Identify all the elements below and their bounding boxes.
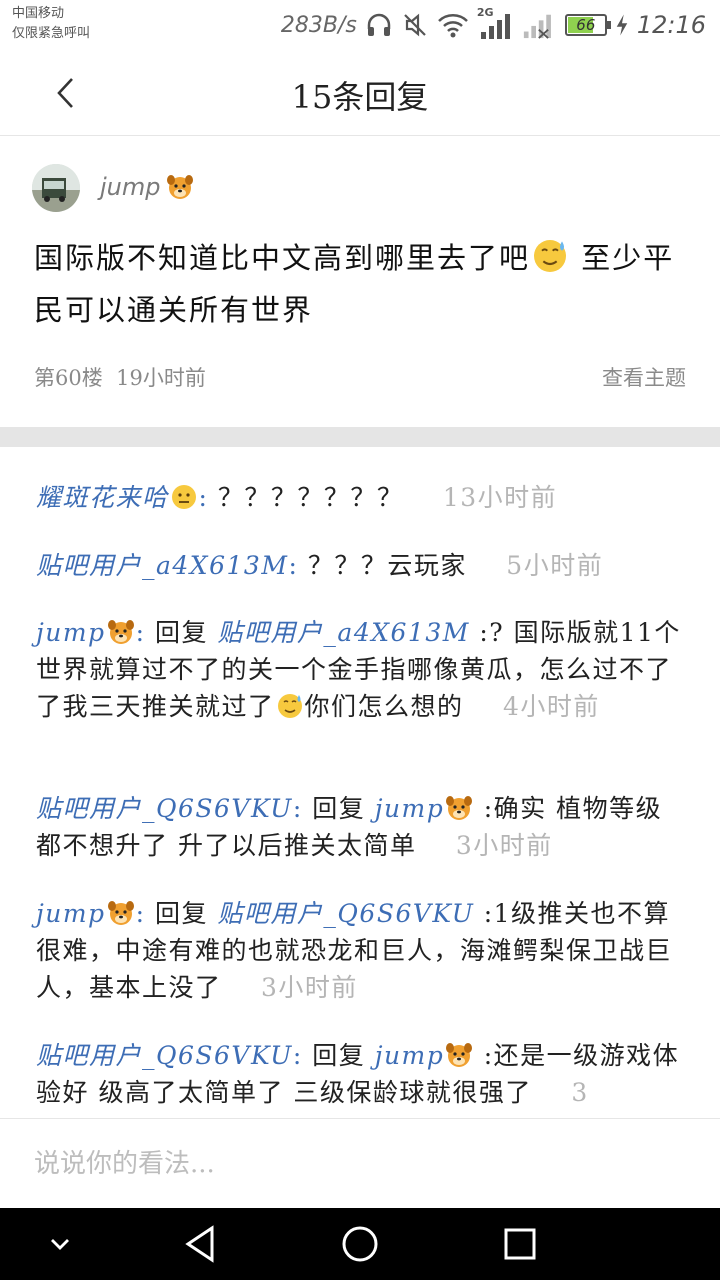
reply-word: 回复 [154, 899, 208, 928]
comment-input[interactable] [34, 1141, 684, 1187]
battery-icon: 66 [564, 14, 611, 36]
reply-item: 贴吧用户_a4X613M: ？？？云玩家 5小时前 [36, 547, 688, 584]
battery-level: 66 [576, 16, 596, 34]
reply-list: 耀斑花来哈: ？？？？？？？ 13小时前 贴吧用户_a4X613M: ？？？云玩… [0, 447, 720, 1118]
reply-colon: : [288, 551, 299, 580]
carrier-info: 中国移动 仅限紧急呼叫 [12, 4, 90, 44]
hide-keyboard-button[interactable] [38, 1222, 82, 1266]
recents-square-icon [504, 1228, 536, 1260]
carrier-name: 中国移动 [12, 6, 65, 21]
signal-bars-icon [480, 14, 510, 39]
reply-user[interactable]: 耀斑花来哈 [36, 483, 169, 512]
wifi-icon [437, 14, 468, 38]
reply-time: 3小时前 [260, 973, 358, 1002]
post-meta: 第60楼 19小时前 [34, 362, 206, 392]
post-content: 国际版不知道比中文高到哪里去了吧 至少平民可以通关所有世界 [34, 232, 684, 336]
clock: 12:16 [636, 11, 706, 39]
reply-text-continued: 你们怎么想的 [304, 692, 464, 721]
reply-user[interactable]: jump [36, 899, 106, 928]
mute-icon [404, 13, 426, 37]
chevron-down-icon [51, 1239, 69, 1250]
network-speed: 283B/s [280, 12, 357, 38]
reply-item: 耀斑花来哈: ？？？？？？？ 13小时前 [36, 479, 688, 516]
signal-2g: 2G [477, 6, 511, 40]
reply-colon: : [135, 618, 146, 647]
reply-item: jump: 回复 贴吧用户_Q6S6VKU :1级推关也不算很难，中途有难的也就… [36, 895, 688, 1006]
reply-user[interactable]: 贴吧用户_a4X613M [36, 551, 288, 580]
floor-number: 第60楼 [34, 366, 103, 390]
reply-to-user[interactable]: jump [375, 1041, 445, 1070]
reply-word: 回复 [312, 1041, 366, 1070]
reply-text: ？？？？？？？ [217, 483, 404, 512]
status-icons: 283B/s 2G 66 12:16 [280, 6, 706, 42]
neutral-face-icon [171, 485, 196, 509]
reply-word: 回复 [154, 618, 208, 647]
reply-user[interactable]: 贴吧用户_Q6S6VKU [36, 794, 293, 823]
post-author-name: jump [100, 173, 161, 201]
reply-to-user[interactable]: jump [375, 794, 445, 823]
reply-time: 4小时前 [502, 692, 600, 721]
section-divider [0, 427, 720, 447]
post-author[interactable]: jump [100, 172, 195, 202]
dog-face-icon [446, 1043, 473, 1067]
reply-time: 5小时前 [506, 551, 604, 580]
reply-word: 回复 [312, 794, 366, 823]
view-topic-link[interactable]: 查看主题 [602, 362, 686, 392]
reply-to-user[interactable]: 贴吧用户_a4X613M [217, 618, 469, 647]
reply-colon: : [292, 1041, 303, 1070]
nav-home-button[interactable] [338, 1222, 382, 1266]
reply-text: ？？？云玩家 [307, 551, 467, 580]
headphones-icon [367, 13, 391, 36]
reply-colon: : [198, 483, 209, 512]
reply-colon: : [292, 794, 303, 823]
reply-item: 贴吧用户_Q6S6VKU: 回复 jump :确实 植物等级都不想升了 升了以后… [36, 790, 688, 864]
reply-time: 3小时前 [455, 831, 553, 860]
page-title: 15条回复 [291, 78, 429, 116]
nav-recents-button[interactable] [498, 1222, 542, 1266]
dog-face-icon [446, 796, 473, 820]
reply-user[interactable]: 贴吧用户_Q6S6VKU [36, 1041, 293, 1070]
sweat-smile-icon [277, 694, 302, 718]
charging-icon [616, 14, 628, 36]
reply-time: 3 [571, 1078, 589, 1107]
avatar[interactable] [32, 164, 80, 212]
sweat-smile-icon [534, 240, 567, 272]
comment-bar [0, 1118, 720, 1208]
title-bar: 15条回复 [0, 50, 720, 136]
nav-back-button[interactable] [178, 1222, 222, 1266]
reply-user[interactable]: jump [36, 618, 106, 647]
system-nav-bar [0, 1208, 720, 1280]
back-triangle-icon [185, 1225, 214, 1263]
dog-face-icon [107, 620, 134, 644]
home-circle-icon [342, 1226, 378, 1262]
reply-time: 13小时前 [442, 483, 558, 512]
dog-face-icon [166, 175, 193, 199]
status-bar: 中国移动 仅限紧急呼叫 283B/s 2G 66 12:16 [0, 0, 720, 50]
reply-colon: : [135, 899, 146, 928]
reply-to-user[interactable]: 贴吧用户_Q6S6VKU [217, 899, 474, 928]
post-content-text: 国际版不知道比中文高到哪里去了吧 [34, 241, 531, 275]
no-signal-icon [523, 14, 551, 39]
avatar-image [32, 164, 80, 212]
reply-item: 贴吧用户_Q6S6VKU: 回复 jump :还是一级游戏体验好 级高了太简单了… [36, 1037, 688, 1111]
emergency-only-text: 仅限紧急呼叫 [12, 26, 91, 41]
main-post: jump 国际版不知道比中文高到哪里去了吧 至少平民可以通关所有世界 第60楼 … [0, 136, 720, 427]
dog-face-icon [107, 901, 134, 925]
reply-item: jump: 回复 贴吧用户_a4X613M :? 国际版就11个世界就算过不了的… [36, 614, 688, 725]
post-time: 19小时前 [116, 366, 206, 390]
